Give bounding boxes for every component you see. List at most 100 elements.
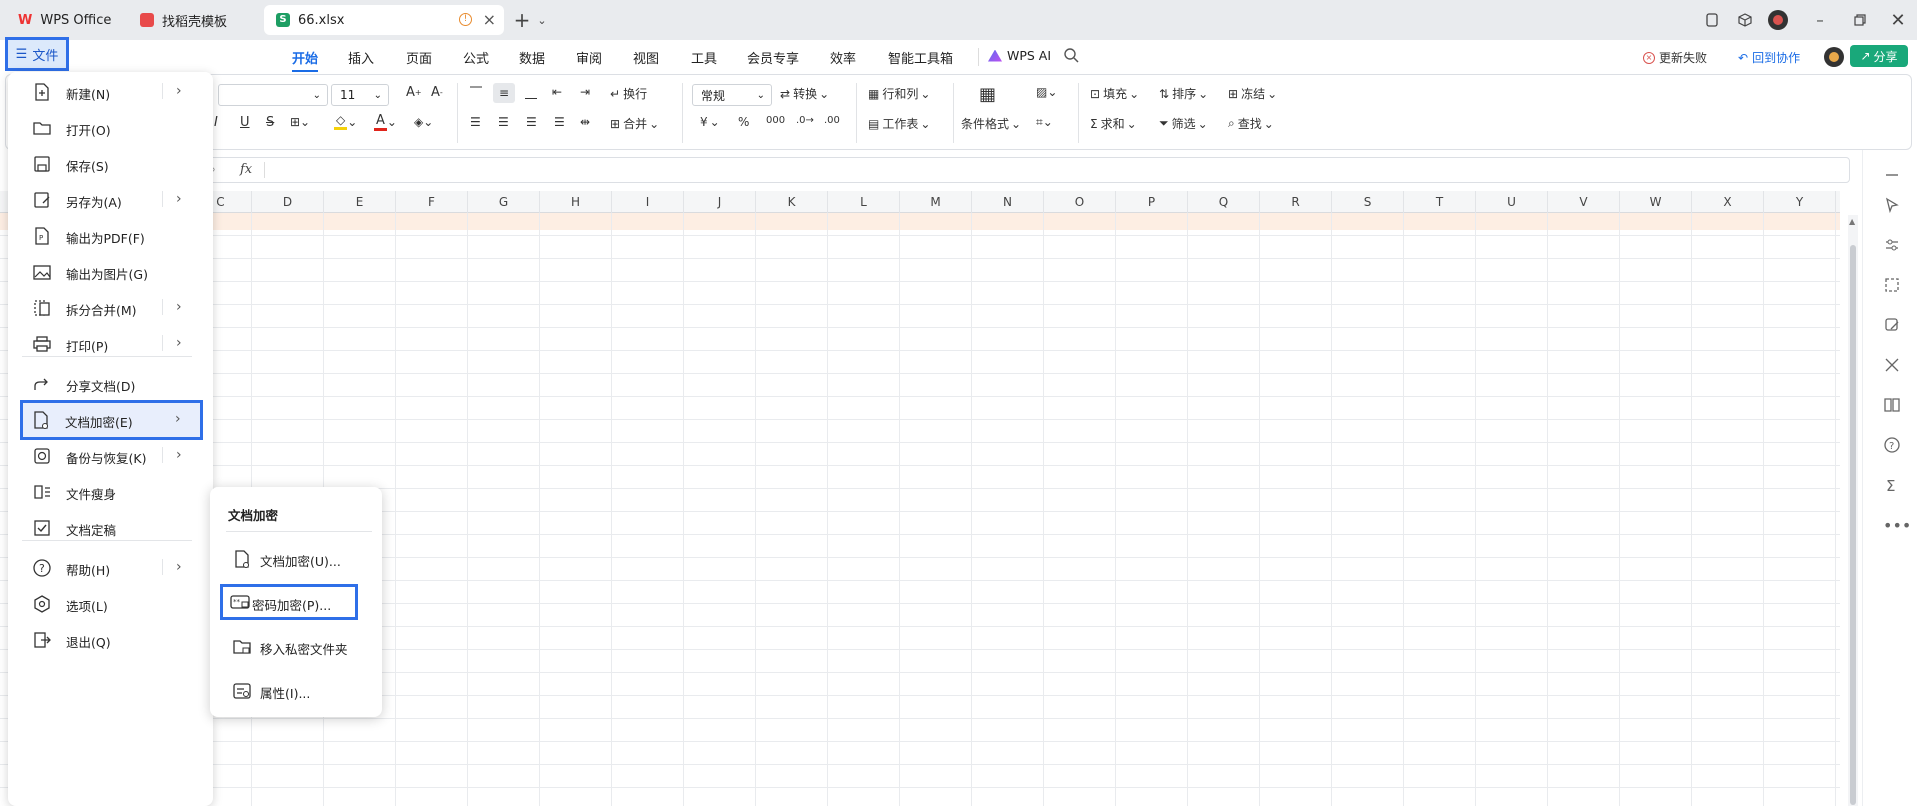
formula-sigma-icon[interactable]: Σ — [1883, 476, 1901, 494]
align-center-icon[interactable]: ☰ — [498, 115, 509, 129]
file-menu-item-options[interactable]: 选项(L) — [22, 586, 202, 622]
file-menu-item-save[interactable]: 保存(S) — [22, 146, 202, 182]
column-header-r[interactable]: R — [1260, 191, 1332, 213]
row-col-button[interactable]: ▦ 行和列 ⌄ — [868, 85, 930, 102]
file-menu-item-save-as[interactable]: 另存为(A) › — [22, 182, 202, 218]
border-icon[interactable]: ⊞⌄ — [290, 115, 310, 129]
new-tab-icon[interactable]: + — [512, 8, 532, 32]
find-button[interactable]: ⌕ 查找 ⌄ — [1228, 115, 1274, 132]
file-menu-item-help[interactable]: ? 帮助(H) › — [22, 550, 202, 586]
tab-wps-office[interactable]: W WPS Office — [6, 5, 122, 35]
decrease-indent-icon[interactable]: ⇤ — [552, 85, 562, 99]
tab-member[interactable]: 会员专享 — [747, 48, 799, 67]
percent-button[interactable]: % — [738, 115, 749, 129]
file-menu-item-split-merge[interactable]: 拆分合并(M) › — [22, 290, 202, 326]
tab-tools[interactable]: 工具 — [691, 48, 717, 67]
column-header-f[interactable]: F — [396, 191, 468, 213]
decrease-decimal-icon[interactable]: .00 — [824, 115, 840, 126]
more-icon[interactable]: ••• — [1883, 516, 1911, 535]
share-button[interactable]: ↗ 分享 — [1850, 45, 1908, 67]
avatar[interactable] — [1768, 10, 1788, 30]
file-menu-item-exit[interactable]: 退出(Q) — [22, 622, 202, 658]
font-size-select[interactable]: 11 ⌄ — [331, 84, 389, 106]
column-header-i[interactable]: I — [612, 191, 684, 213]
update-failed-status[interactable]: × 更新失败 — [1643, 49, 1707, 66]
column-header-s[interactable]: S — [1332, 191, 1404, 213]
file-menu-item-backup[interactable]: 备份与恢复(K) › — [22, 438, 202, 474]
column-header-h[interactable]: H — [540, 191, 612, 213]
tab-efficiency[interactable]: 效率 — [830, 48, 856, 67]
font-name-select[interactable]: ⌄ — [218, 84, 328, 106]
sort-button[interactable]: ⇅ 排序 ⌄ — [1159, 85, 1208, 102]
tab-page[interactable]: 页面 — [406, 48, 432, 67]
tab-docer[interactable]: 找稻壳模板 — [128, 5, 258, 35]
column-header-t[interactable]: T — [1404, 191, 1476, 213]
sum-button[interactable]: Σ 求和 ⌄ — [1090, 115, 1137, 132]
cell-style-icon[interactable]: ▨⌄ — [1036, 85, 1057, 99]
strikethrough-icon[interactable]: S — [266, 115, 274, 130]
frame-icon[interactable] — [1883, 276, 1901, 294]
column-header-k[interactable]: K — [756, 191, 828, 213]
fill-button[interactable]: ⊡ 填充 ⌄ — [1090, 85, 1139, 102]
column-header-d[interactable]: D — [252, 191, 324, 213]
fill-color-icon[interactable]: ◇ ⌄ — [334, 113, 357, 130]
increase-decimal-icon[interactable]: .0→ — [796, 115, 814, 126]
close-window-icon[interactable]: ✕ — [1888, 10, 1908, 31]
column-header-u[interactable]: U — [1476, 191, 1548, 213]
column-header-g[interactable]: G — [468, 191, 540, 213]
cond-format-icon[interactable]: ▦ — [979, 83, 1001, 105]
file-menu-item-share-doc[interactable]: 分享文档(D) — [22, 366, 202, 402]
submenu-doc-encrypt[interactable]: 文档加密(U)... — [222, 541, 374, 575]
back-to-collab-button[interactable]: ↶ 回到协作 — [1738, 49, 1800, 66]
edit-shape-icon[interactable] — [1883, 316, 1901, 334]
close-tab-icon[interactable]: × — [483, 12, 496, 28]
column-header-o[interactable]: O — [1044, 191, 1116, 213]
tab-review[interactable]: 审阅 — [576, 48, 602, 67]
column-header-e[interactable]: E — [324, 191, 396, 213]
submenu-password-encrypt[interactable]: ** 密码加密(P)... — [220, 584, 358, 620]
column-header-j[interactable]: J — [684, 191, 756, 213]
user-avatar[interactable] — [1824, 47, 1844, 67]
underline-icon[interactable]: U — [240, 115, 250, 130]
tab-formula[interactable]: 公式 — [463, 48, 489, 67]
select-cursor-icon[interactable] — [1883, 196, 1901, 214]
justify-icon[interactable]: ☰ — [554, 115, 565, 129]
column-header-y[interactable]: Y — [1764, 191, 1836, 213]
tablet-mode-icon[interactable] — [1702, 10, 1722, 30]
scrollbar-thumb[interactable] — [1850, 245, 1856, 805]
convert-button[interactable]: ⇄ 转换 ⌄ — [780, 85, 829, 102]
submenu-properties[interactable]: 属性(I)... — [222, 673, 374, 707]
file-menu-item-doc-encrypt[interactable]: 文档加密(E) › — [20, 400, 203, 440]
cell-border-icon[interactable]: ⌗⌄ — [1036, 115, 1053, 130]
merge-button[interactable]: ⊞ 合并 ⌄ — [610, 115, 659, 132]
file-menu-item-slim-file[interactable]: 文件瘦身 — [22, 474, 202, 510]
formula-bar[interactable]: ⌕ fx — [205, 157, 1850, 183]
search-icon[interactable] — [1063, 47, 1079, 63]
scroll-up-icon[interactable]: ▲ — [1849, 217, 1855, 226]
font-color-icon[interactable]: A ⌄ — [374, 113, 397, 131]
column-header-x[interactable]: X — [1692, 191, 1764, 213]
wrap-text-button[interactable]: ↵ 换行 — [610, 85, 647, 102]
thousands-icon[interactable]: 000 — [766, 115, 785, 126]
restore-icon[interactable] — [1850, 10, 1870, 30]
increase-font-icon[interactable]: A + — [406, 85, 422, 100]
filter-button[interactable]: ⏷ 筛选 ⌄ — [1159, 115, 1208, 132]
file-menu-button[interactable]: ☰ 文件 — [5, 37, 69, 71]
tab-66-xlsx[interactable]: S 66.xlsx ! × — [264, 5, 504, 35]
align-bottom-icon[interactable]: ⎽ — [525, 85, 537, 100]
align-middle-icon[interactable]: ≡ — [493, 83, 515, 103]
column-header-w[interactable]: W — [1620, 191, 1692, 213]
submenu-private-folder[interactable]: 移入私密文件夹 — [222, 629, 374, 663]
file-menu-item-pdf[interactable]: P 输出为PDF(F) — [22, 218, 202, 254]
tab-data[interactable]: 数据 — [519, 48, 545, 67]
distribute-icon[interactable]: ⇹ — [580, 115, 590, 129]
file-menu-item-new-file[interactable]: 新建(N) › — [22, 74, 202, 110]
collapse-panel-icon[interactable] — [1883, 166, 1901, 184]
cond-format-button[interactable]: 条件格式 ⌄ — [961, 115, 1021, 132]
increase-indent-icon[interactable]: ⇥ — [580, 85, 590, 99]
file-menu-item-folder-open[interactable]: 打开(O) — [22, 110, 202, 146]
number-format-select[interactable]: 常规 ⌄ — [692, 84, 772, 106]
tools-icon[interactable] — [1883, 356, 1901, 374]
tab-start[interactable]: 开始 — [292, 48, 318, 67]
adjust-icon[interactable] — [1883, 236, 1901, 254]
